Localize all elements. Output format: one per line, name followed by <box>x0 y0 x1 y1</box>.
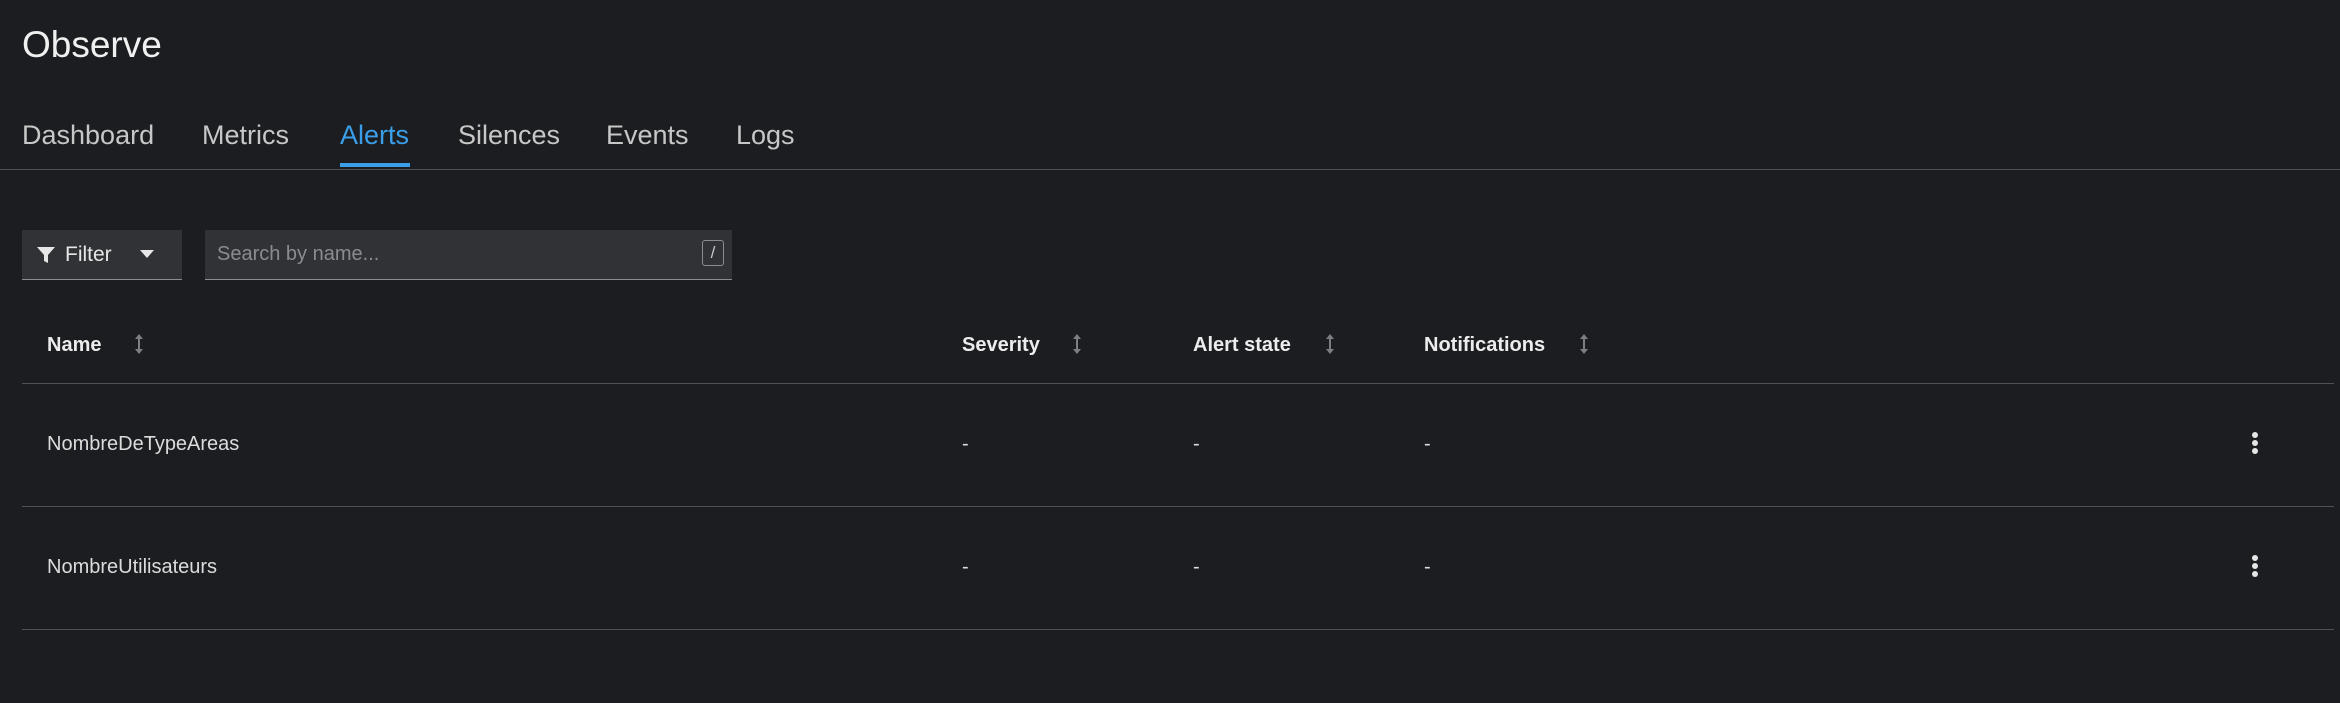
tab-dashboard[interactable]: Dashboard <box>22 118 154 152</box>
keyboard-shortcut-hint: / <box>702 240 724 266</box>
observe-tabs: Dashboard Metrics Alerts Silences Events… <box>0 108 2340 170</box>
severity-cell: - <box>962 433 969 455</box>
severity-cell: - <box>962 556 969 578</box>
column-header-name[interactable]: Name <box>47 332 101 358</box>
search-input[interactable] <box>205 230 687 278</box>
sort-icon[interactable] <box>134 332 144 356</box>
alert-state-cell: - <box>1193 433 1200 455</box>
alert-name-cell[interactable]: NombreDeTypeAreas <box>47 431 239 457</box>
tab-metrics[interactable]: Metrics <box>202 118 289 152</box>
column-header-alert-state[interactable]: Alert state <box>1193 332 1291 358</box>
filter-icon <box>37 247 55 263</box>
alert-state-cell: - <box>1193 556 1200 578</box>
sort-icon[interactable] <box>1579 332 1589 356</box>
kebab-icon[interactable] <box>2247 428 2263 458</box>
caret-down-icon <box>140 250 154 258</box>
search-box: / <box>205 230 732 280</box>
kebab-icon[interactable] <box>2247 551 2263 581</box>
sort-icon[interactable] <box>1325 332 1335 356</box>
tab-events[interactable]: Events <box>606 118 689 152</box>
tab-silences[interactable]: Silences <box>458 118 560 152</box>
table-header: Name Severity Alert state Notifications <box>22 310 2334 384</box>
column-header-notifications[interactable]: Notifications <box>1424 332 1545 358</box>
notifications-cell: - <box>1424 433 1431 455</box>
active-tab-indicator <box>340 163 410 167</box>
tab-alerts[interactable]: Alerts <box>340 118 409 152</box>
table-row: NombreUtilisateurs - - - <box>22 507 2334 630</box>
sort-icon[interactable] <box>1072 332 1082 356</box>
alerts-table: Name Severity Alert state Notifications … <box>22 310 2334 630</box>
column-header-severity[interactable]: Severity <box>962 332 1040 358</box>
alert-name-cell[interactable]: NombreUtilisateurs <box>47 554 217 580</box>
page-title: Observe <box>22 24 162 65</box>
filter-label: Filter <box>65 243 112 266</box>
notifications-cell: - <box>1424 556 1431 578</box>
table-row: NombreDeTypeAreas - - - <box>22 384 2334 507</box>
filter-dropdown-button[interactable]: Filter <box>22 230 182 280</box>
tab-logs[interactable]: Logs <box>736 118 795 152</box>
